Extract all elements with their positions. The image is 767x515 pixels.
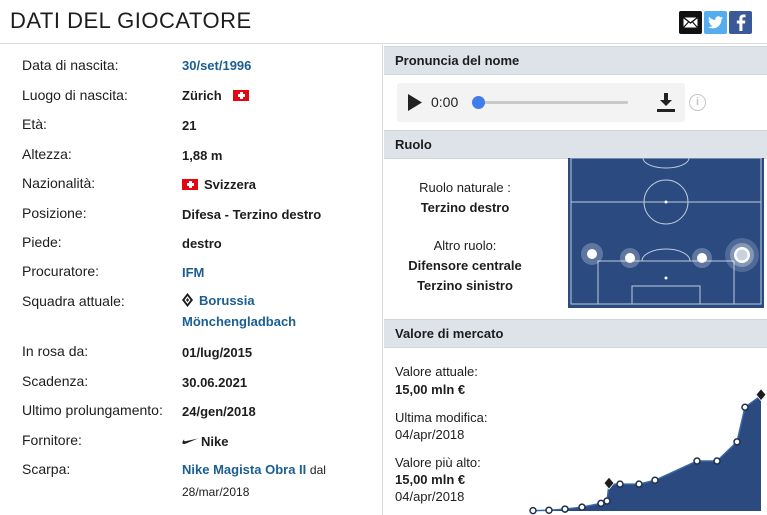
- other-roles: Altro ruolo: Difensore centrale Terzino …: [384, 238, 546, 293]
- detail-label: Luogo di nascita:: [22, 87, 128, 103]
- current-value-label: Valore attuale:: [395, 364, 478, 379]
- extension-value: 24/gen/2018: [182, 404, 256, 419]
- audio-time: 0:00: [431, 94, 459, 110]
- detail-label: Età:: [22, 116, 47, 132]
- height-value: 1,88 m: [182, 148, 223, 163]
- chart-point: [733, 438, 741, 446]
- club-value: Borussia: [182, 293, 255, 308]
- info-icon[interactable]: i: [689, 94, 706, 111]
- chart-point: [635, 480, 643, 488]
- audio-progress-knob[interactable]: [472, 96, 485, 109]
- position-marker: [736, 249, 748, 261]
- chart-point: [651, 476, 659, 484]
- detail-label: Scadenza:: [22, 373, 89, 389]
- detail-label: Data di nascita:: [22, 57, 119, 73]
- boots-link[interactable]: Nike Magista Obra II: [182, 462, 306, 477]
- foot-value: destro: [182, 236, 222, 251]
- twitter-icon: [708, 16, 723, 29]
- club-crest-icon: [182, 293, 193, 307]
- chart-point: [713, 457, 721, 465]
- chart-point: [597, 499, 605, 508]
- player-details: Data di nascita: 30/set/1996 Luogo di na…: [0, 45, 383, 515]
- last-modified-date: 04/apr/2018: [395, 427, 465, 442]
- age-value: 21: [182, 118, 197, 133]
- right-panel: Pronuncia del nome 0:00 i Ruolo Ruolo na…: [384, 45, 767, 515]
- detail-label: Nazionalità:: [22, 175, 96, 191]
- highest-value-date: 04/apr/2018: [395, 489, 465, 504]
- pitch-diagram: [568, 158, 764, 308]
- role-heading: Ruolo: [395, 137, 432, 152]
- chart-point: [561, 505, 569, 513]
- pronunciation-header: Pronuncia del nome: [384, 46, 767, 75]
- market-value-chart: [529, 388, 767, 515]
- detail-label: Procuratore:: [22, 263, 100, 279]
- position-marker: [625, 253, 635, 263]
- download-icon[interactable]: [657, 93, 675, 112]
- current-value: 15,00 mln €: [395, 382, 466, 397]
- audio-progress-track[interactable]: [477, 101, 628, 104]
- chart-point: [693, 457, 701, 465]
- chart-point: [545, 506, 553, 514]
- swiss-flag-icon: [233, 90, 250, 101]
- position-value: Difesa - Terzino destro: [182, 207, 322, 222]
- highest-value: 15,00 mln €: [395, 472, 466, 487]
- detail-label: Piede:: [22, 234, 62, 250]
- highest-value-label: Valore più alto:: [395, 455, 481, 470]
- facebook-share-button[interactable]: [729, 11, 752, 34]
- chart-point: [603, 497, 611, 505]
- twitter-share-button[interactable]: [704, 11, 727, 34]
- natural-role-value: Terzino destro: [420, 200, 510, 215]
- market-value-heading: Valore di mercato: [395, 326, 504, 341]
- boots-value: Nike Magista Obra II dal: [182, 462, 326, 477]
- club-link-line2[interactable]: Mönchengladbach: [182, 314, 296, 329]
- contract-value: 30.06.2021: [182, 375, 248, 390]
- birthdate-link[interactable]: 30/set/1996: [182, 58, 251, 73]
- detail-label: Fornitore:: [22, 432, 82, 448]
- other-role-label: Altro ruolo:: [433, 238, 497, 253]
- detail-label: Ultimo prolungamento:: [22, 402, 163, 418]
- chart-point: [741, 403, 749, 411]
- nationality-text: Svizzera: [204, 177, 257, 192]
- market-value-header: Valore di mercato: [384, 319, 767, 348]
- chart-point: [529, 506, 537, 515]
- email-icon: [683, 17, 698, 28]
- position-marker: [587, 249, 597, 259]
- birthplace-text: Zürich: [182, 88, 222, 103]
- page-title: DATI DEL GIOCATORE: [10, 8, 252, 33]
- detail-label: Squadra attuale:: [22, 293, 125, 309]
- birthplace-value: Zürich: [182, 88, 250, 103]
- boots-date: 28/mar/2018: [182, 485, 250, 499]
- agent-link[interactable]: IFM: [182, 265, 204, 280]
- email-share-button[interactable]: [679, 11, 702, 34]
- supplier-value: Nike: [182, 434, 228, 449]
- club-link[interactable]: Borussia: [199, 293, 255, 308]
- other-role-value: Terzino sinistro: [417, 278, 513, 293]
- role-header: Ruolo: [384, 130, 767, 159]
- position-marker: [697, 253, 707, 263]
- pronunciation-heading: Pronuncia del nome: [395, 53, 520, 68]
- natural-role: Ruolo naturale : Terzino destro: [384, 180, 546, 215]
- detail-label: In rosa da:: [22, 343, 89, 359]
- supplier-text: Nike: [201, 434, 229, 449]
- chart-area: [533, 395, 761, 511]
- boots-suffix: dal: [309, 463, 326, 477]
- other-role-value: Difensore centrale: [408, 258, 522, 273]
- joined-value: 01/lug/2015: [182, 345, 253, 360]
- detail-label: Scarpa:: [22, 461, 71, 477]
- last-modified-label: Ultima modifica:: [395, 410, 488, 425]
- detail-label: Posizione:: [22, 205, 87, 221]
- swiss-flag-icon: [182, 179, 198, 190]
- page-header: DATI DEL GIOCATORE: [0, 0, 767, 44]
- facebook-icon: [736, 14, 746, 31]
- audio-player: 0:00: [397, 83, 685, 122]
- detail-label: Altezza:: [22, 146, 72, 162]
- play-icon[interactable]: [408, 94, 422, 111]
- nike-swoosh-icon: [182, 438, 198, 444]
- chart-point: [578, 503, 586, 511]
- nationality-value: Svizzera: [182, 177, 256, 192]
- natural-role-label: Ruolo naturale :: [419, 180, 511, 195]
- chart-point: [616, 480, 624, 488]
